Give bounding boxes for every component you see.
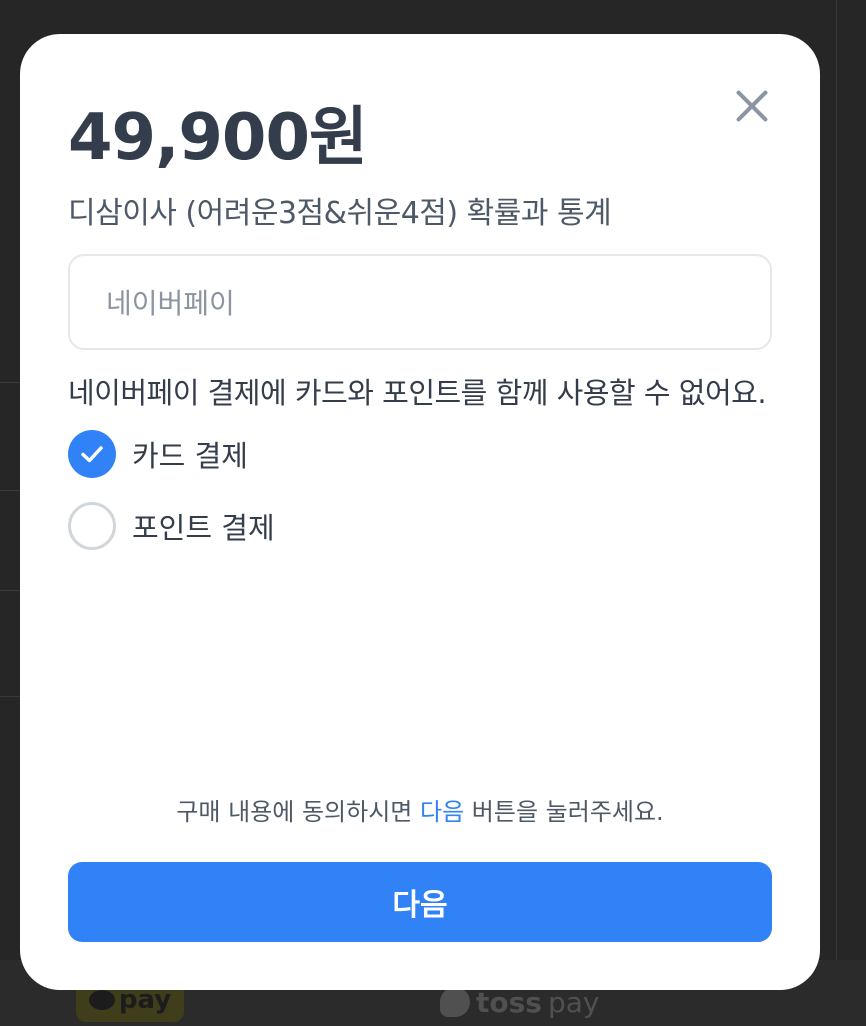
payment-method-field[interactable]: 네이버페이 xyxy=(68,254,772,350)
check-icon xyxy=(81,446,103,463)
agreement-text: 구매 내용에 동의하시면 다음 버튼을 눌러주세요. xyxy=(20,792,820,827)
card-payment-option[interactable]: 카드 결제 xyxy=(68,430,248,478)
tosspay-label-toss: toss xyxy=(476,985,542,1019)
point-payment-option[interactable]: 포인트 결제 xyxy=(68,502,275,550)
tosspay-label-pay: pay xyxy=(547,985,600,1019)
radio-unchecked[interactable] xyxy=(68,502,116,550)
background-divider xyxy=(836,0,837,1026)
payment-modal: 49,900원 디삼이사 (어려운3점&쉬운4점) 확률과 통계 네이버페이 네… xyxy=(20,34,820,990)
payment-notice: 네이버페이 결제에 카드와 포인트를 함께 사용할 수 없어요. xyxy=(68,376,767,410)
radio-checked[interactable] xyxy=(68,430,116,478)
agreement-text-before: 구매 내용에 동의하시면 xyxy=(176,798,420,826)
speech-bubble-icon xyxy=(88,990,115,1010)
card-payment-label: 카드 결제 xyxy=(132,439,248,473)
close-button[interactable] xyxy=(734,88,770,124)
payment-method-value: 네이버페이 xyxy=(106,287,235,320)
next-button[interactable]: 다음 xyxy=(68,862,772,942)
point-payment-label: 포인트 결제 xyxy=(132,511,275,545)
toss-logo-icon xyxy=(440,987,470,1017)
price-title: 49,900원 xyxy=(68,101,368,175)
agreement-text-after: 버튼을 눌러주세요. xyxy=(464,798,664,826)
product-name: 디삼이사 (어려운3점&쉬운4점) 확률과 통계 xyxy=(68,196,612,231)
agreement-highlight: 다음 xyxy=(419,798,465,826)
